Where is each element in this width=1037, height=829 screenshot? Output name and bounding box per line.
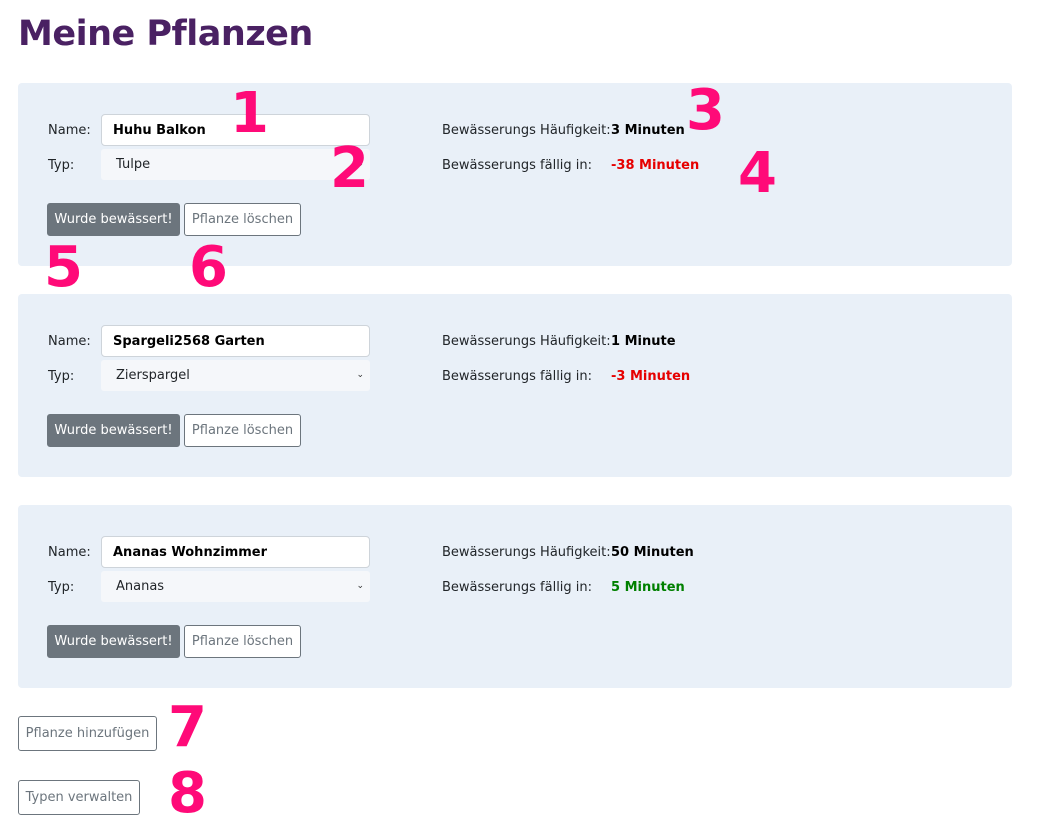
name-label: Name:: [48, 334, 91, 349]
annotation-marker-2: 2: [330, 136, 369, 201]
delete-plant-button[interactable]: Pflanze löschen: [184, 414, 301, 447]
frequency-value: 50 Minuten: [611, 545, 694, 560]
annotation-marker-4: 4: [738, 141, 777, 206]
type-label: Typ:: [48, 580, 75, 595]
name-label: Name:: [48, 123, 91, 138]
due-label: Bewässerungs fällig in:: [442, 369, 593, 384]
page-title: Meine Pflanzen: [18, 14, 313, 54]
type-label: Typ:: [48, 158, 75, 173]
plant-type-value: Ananas: [116, 579, 165, 594]
watered-button[interactable]: Wurde bewässert!: [47, 203, 180, 236]
annotation-marker-6: 6: [189, 235, 228, 300]
frequency-value: 1 Minute: [611, 334, 676, 349]
plant-card: Name: Zierspargel ⌄ Typ: Bewässerungs Hä…: [18, 294, 1012, 477]
plant-type-select[interactable]: Zierspargel ⌄: [101, 360, 370, 391]
frequency-value: 3 Minuten: [611, 123, 685, 138]
annotation-marker-3: 3: [686, 78, 725, 143]
annotation-marker-7: 7: [168, 695, 207, 760]
due-label: Bewässerungs fällig in:: [442, 580, 593, 595]
frequency-label: Bewässerungs Häufigkeit:: [442, 334, 611, 349]
plant-name-input[interactable]: [101, 325, 370, 357]
due-value: -3 Minuten: [611, 369, 691, 384]
plant-card: Name: Ananas ⌄ Typ: Bewässerungs Häufigk…: [18, 505, 1012, 688]
name-label: Name:: [48, 545, 91, 560]
watered-button[interactable]: Wurde bewässert!: [47, 414, 180, 447]
due-value: 5 Minuten: [611, 580, 685, 595]
plant-name-input[interactable]: [101, 536, 370, 568]
plant-type-value: Tulpe: [116, 157, 151, 172]
chevron-down-icon: ⌄: [356, 581, 364, 591]
watered-button[interactable]: Wurde bewässert!: [47, 625, 180, 658]
frequency-label: Bewässerungs Häufigkeit:: [442, 545, 611, 560]
plant-type-select[interactable]: Ananas ⌄: [101, 571, 370, 602]
annotation-marker-5: 5: [44, 235, 83, 300]
delete-plant-button[interactable]: Pflanze löschen: [184, 203, 301, 236]
add-plant-button[interactable]: Pflanze hinzufügen: [18, 716, 157, 751]
frequency-label: Bewässerungs Häufigkeit:: [442, 123, 611, 138]
type-label: Typ:: [48, 369, 75, 384]
due-value: -38 Minuten: [611, 158, 700, 173]
plant-card: Name: Tulpe ⌄ Typ: Bewässerungs Häufigke…: [18, 83, 1012, 266]
chevron-down-icon: ⌄: [356, 370, 364, 380]
plant-type-value: Zierspargel: [116, 368, 190, 383]
manage-types-button[interactable]: Typen verwalten: [18, 780, 140, 815]
annotation-marker-8: 8: [168, 761, 207, 826]
delete-plant-button[interactable]: Pflanze löschen: [184, 625, 301, 658]
annotation-marker-1: 1: [230, 81, 269, 146]
due-label: Bewässerungs fällig in:: [442, 158, 593, 173]
